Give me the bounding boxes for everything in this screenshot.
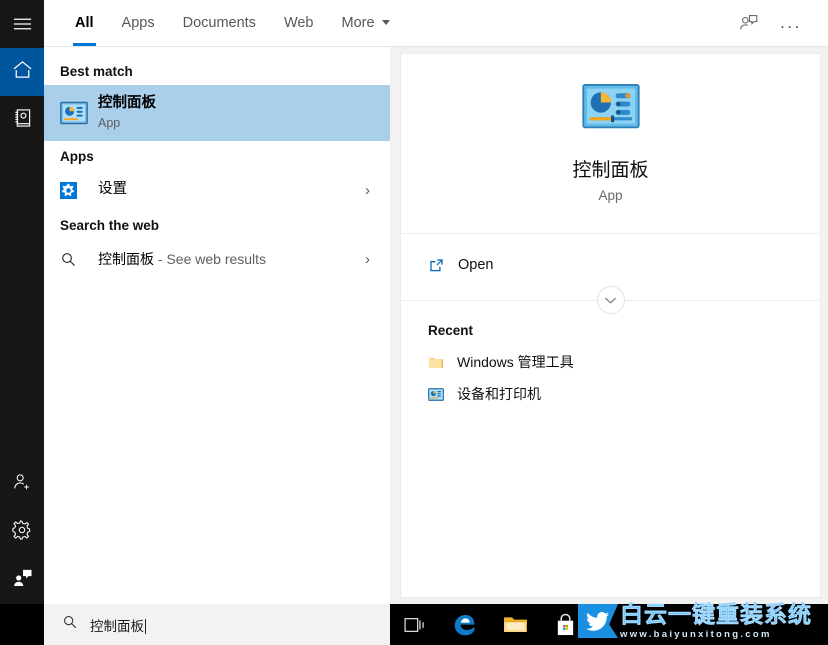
- best-match-subtitle: App: [98, 115, 156, 133]
- best-match-title: 控制面板: [98, 94, 156, 114]
- chevron-down-icon: [604, 296, 617, 305]
- open-action-label: Open: [458, 257, 493, 273]
- rail-item-documents[interactable]: [0, 96, 44, 144]
- tab-all-label: All: [75, 15, 94, 31]
- tab-apps[interactable]: Apps: [108, 0, 169, 46]
- ellipsis-label: ...: [780, 14, 802, 31]
- web-row-label: 控制面板 - See web results: [98, 249, 266, 269]
- home-icon: [12, 60, 33, 84]
- best-match-header: Best match: [44, 56, 390, 85]
- ellipsis-icon[interactable]: ...: [774, 6, 808, 40]
- search-icon: [62, 614, 78, 635]
- preview-expander-button[interactable]: [597, 286, 625, 314]
- tab-documents-label: Documents: [183, 15, 256, 31]
- control-panel-icon-large: [582, 84, 640, 137]
- rail-inner: [0, 0, 44, 645]
- recent-item-0-label: Windows 管理工具: [457, 352, 574, 372]
- best-match-row[interactable]: 控制面板 App: [44, 85, 390, 141]
- microsoft-edge-button[interactable]: [440, 604, 490, 645]
- open-external-icon: [428, 257, 458, 274]
- app-row-label: 设置: [98, 180, 127, 200]
- control-panel-icon: [60, 101, 92, 125]
- person-add-icon: [12, 472, 32, 497]
- search-input[interactable]: 控制面板: [90, 615, 146, 635]
- search-icon: [60, 251, 92, 268]
- preview-app-type: App: [598, 188, 622, 203]
- web-row-suffix: - See web results: [154, 251, 266, 267]
- person-feedback-icon[interactable]: [732, 6, 766, 40]
- app-row-text: 设置: [98, 180, 127, 200]
- folder-icon: [428, 355, 457, 369]
- tab-documents[interactable]: Documents: [169, 0, 270, 46]
- preview-actions: Open: [401, 234, 820, 301]
- results-column: Best match 控制面板 App: [44, 47, 390, 604]
- hamburger-menu-icon[interactable]: [0, 0, 44, 48]
- search-tabbar: All Apps Documents Web More: [44, 0, 828, 47]
- web-row-query: 控制面板: [98, 251, 154, 267]
- feedback-icon: [12, 568, 33, 592]
- chevron-down-icon: [382, 20, 390, 25]
- tab-web-label: Web: [284, 15, 314, 31]
- recent-header: Recent: [401, 323, 820, 346]
- search-rail: [0, 0, 44, 645]
- tab-more[interactable]: More: [328, 0, 404, 46]
- web-row-text: 控制面板 - See web results: [98, 249, 266, 269]
- recent-item-1-label: 设备和打印机: [457, 384, 541, 404]
- gear-icon: [12, 520, 32, 545]
- rail-item-account[interactable]: [0, 460, 44, 508]
- rail-item-feedback[interactable]: [0, 556, 44, 604]
- tabbar-actions: ...: [732, 0, 828, 46]
- task-view-button[interactable]: [390, 604, 440, 645]
- open-action[interactable]: Open: [401, 248, 820, 282]
- chevron-right-icon[interactable]: ›: [365, 182, 380, 199]
- search-flyout: All Apps Documents Web More: [44, 0, 828, 604]
- tab-more-label: More: [342, 15, 375, 31]
- apps-header: Apps: [44, 141, 390, 170]
- search-input-value: 控制面板: [90, 619, 144, 634]
- preview-recent-section: Recent Windows 管理工具: [401, 301, 820, 410]
- preview-panel: 控制面板 App Open: [400, 53, 821, 598]
- tab-list: All Apps Documents Web More: [44, 0, 404, 46]
- app-row-settings[interactable]: 设置 ›: [44, 170, 390, 210]
- recent-item-0[interactable]: Windows 管理工具: [401, 346, 820, 378]
- file-explorer-button[interactable]: [490, 604, 540, 645]
- best-match-text: 控制面板 App: [98, 94, 156, 132]
- rail-spacer: [0, 144, 44, 460]
- control-panel-small-icon: [428, 388, 457, 401]
- web-header: Search the web: [44, 210, 390, 239]
- recent-item-1[interactable]: 设备和打印机: [401, 378, 820, 410]
- tab-web[interactable]: Web: [270, 0, 328, 46]
- screen: All Apps Documents Web More: [0, 0, 828, 645]
- text-cursor: [145, 619, 146, 634]
- chevron-right-icon-web[interactable]: ›: [365, 251, 380, 268]
- preview-hero: 控制面板 App: [401, 54, 820, 234]
- rail-item-home[interactable]: [0, 48, 44, 96]
- web-row[interactable]: 控制面板 - See web results ›: [44, 239, 390, 279]
- tab-all[interactable]: All: [61, 0, 108, 46]
- rail-item-settings[interactable]: [0, 508, 44, 556]
- taskbar-search-box[interactable]: 控制面板: [44, 604, 390, 645]
- notebook-icon: [13, 108, 32, 133]
- settings-gear-icon: [60, 182, 92, 199]
- microsoft-store-button[interactable]: [540, 604, 590, 645]
- taskbar-buttons: [390, 604, 590, 645]
- preview-app-title: 控制面板: [572, 155, 648, 182]
- tab-apps-label: Apps: [122, 15, 155, 31]
